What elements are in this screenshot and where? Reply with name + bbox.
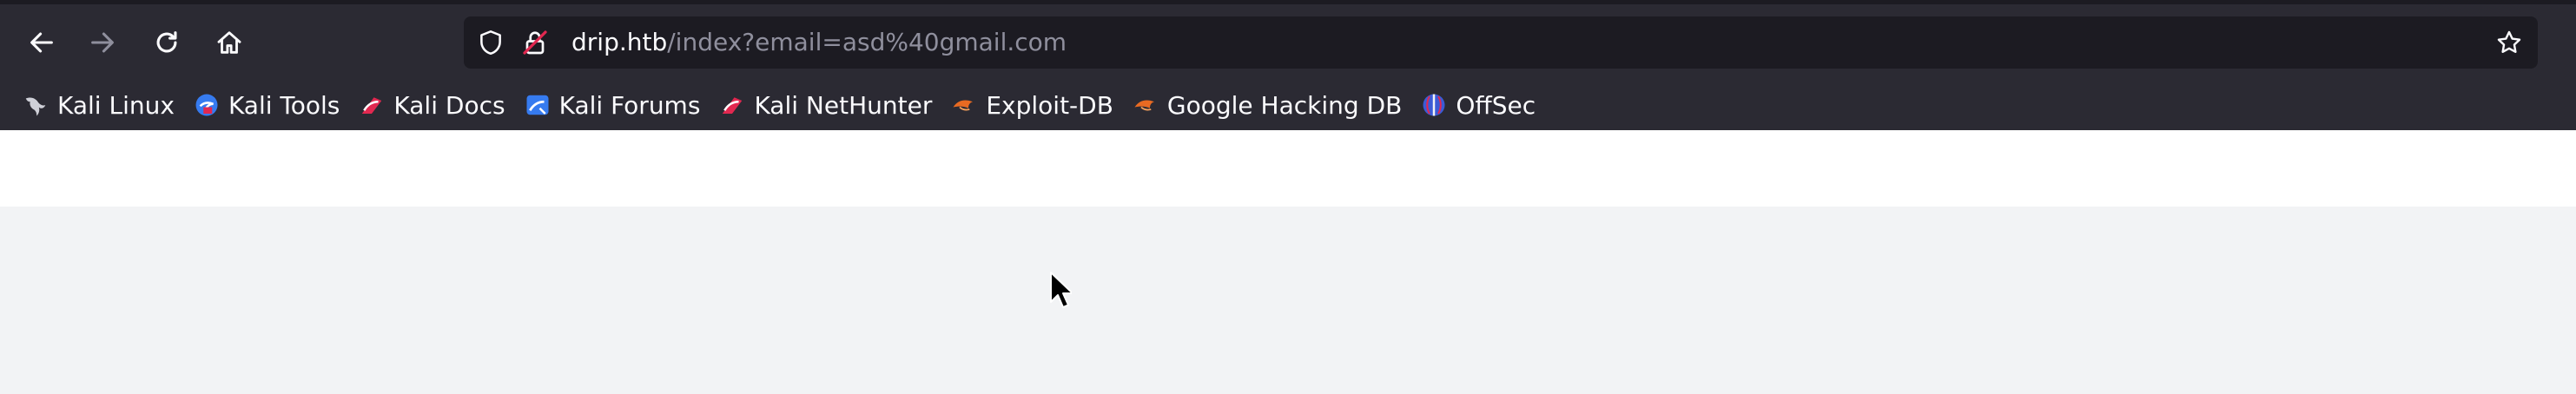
- bookmark-kali-forums[interactable]: Kali Forums: [519, 86, 706, 124]
- kali-nethunter-icon: [719, 92, 745, 118]
- kali-tools-icon: [194, 92, 220, 118]
- bookmark-label: Google Hacking DB: [1166, 90, 1403, 120]
- kali-forums-icon: [525, 92, 551, 118]
- bookmark-exploit-db[interactable]: Exploit-DB: [946, 86, 1119, 124]
- bookmark-label: Kali NetHunter: [754, 90, 933, 120]
- page-header: [0, 130, 2576, 207]
- kali-docs-icon: [359, 92, 385, 118]
- bookmark-kali-nethunter[interactable]: Kali NetHunter: [714, 86, 937, 124]
- bookmark-label: Exploit-DB: [986, 90, 1113, 120]
- url-host: drip.htb: [571, 28, 668, 56]
- bookmark-label: OffSec: [1456, 90, 1536, 120]
- tracking-protection-shield-icon[interactable]: [476, 28, 505, 57]
- bookmark-kali-linux[interactable]: Kali Linux: [17, 86, 180, 124]
- offsec-icon: [1421, 92, 1447, 118]
- address-bar[interactable]: drip.htb/index?email=asd%40gmail.com: [464, 16, 2538, 69]
- home-icon: [217, 31, 241, 54]
- mouse-cursor-icon: [1050, 272, 1072, 308]
- bookmark-google-hacking-db[interactable]: Google Hacking DB: [1127, 86, 1407, 124]
- ghdb-icon: [1133, 92, 1159, 118]
- forward-arrow-icon: [91, 32, 114, 53]
- forward-button[interactable]: [78, 18, 127, 67]
- page-content: [0, 130, 2576, 394]
- bookmark-kali-docs[interactable]: Kali Docs: [353, 86, 510, 124]
- bookmark-kali-tools[interactable]: Kali Tools: [188, 86, 345, 124]
- url-path: /index?email=asd%40gmail.com: [667, 28, 1067, 56]
- bookmark-label: Kali Linux: [57, 90, 175, 120]
- bookmarks-toolbar: Kali Linux Kali Tools Kali Docs Kali For…: [0, 80, 2576, 130]
- kali-dragon-icon: [23, 92, 49, 118]
- url-text[interactable]: drip.htb/index?email=asd%40gmail.com: [571, 16, 1067, 69]
- navigation-toolbar: drip.htb/index?email=asd%40gmail.com: [0, 4, 2576, 80]
- back-arrow-icon: [30, 32, 53, 53]
- back-button[interactable]: [17, 18, 66, 67]
- bookmark-label: Kali Tools: [228, 90, 340, 120]
- browser-chrome: drip.htb/index?email=asd%40gmail.com Kal…: [0, 0, 2576, 130]
- bookmark-star-icon[interactable]: [2494, 28, 2524, 57]
- home-button[interactable]: [205, 18, 254, 67]
- reload-button[interactable]: [142, 18, 191, 67]
- bookmark-label: Kali Docs: [393, 90, 505, 120]
- exploit-db-icon: [951, 92, 977, 118]
- bookmark-offsec[interactable]: OffSec: [1416, 86, 1541, 124]
- insecure-lock-icon[interactable]: [519, 27, 551, 58]
- bookmark-label: Kali Forums: [558, 90, 701, 120]
- reload-icon: [156, 31, 177, 53]
